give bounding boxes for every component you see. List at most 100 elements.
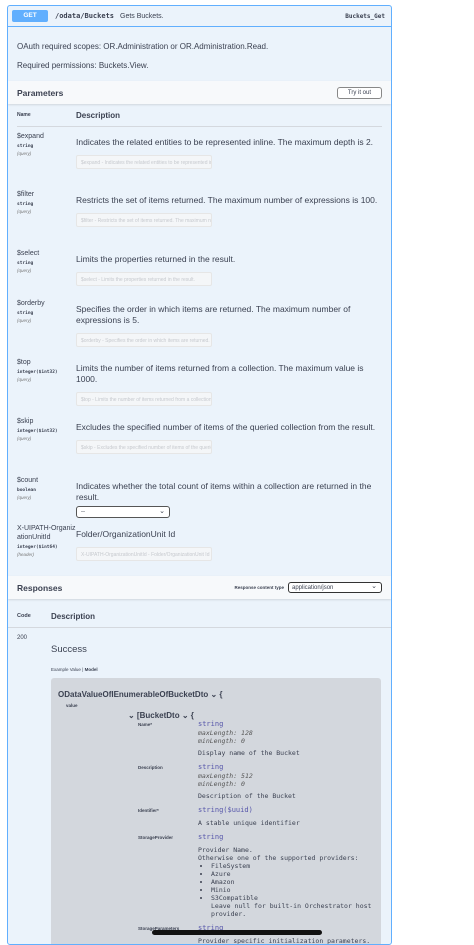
field-name: Description <box>138 765 163 770</box>
inner-model-title: BucketDto <box>139 711 180 720</box>
field-meta: minLength: 0 <box>198 780 245 788</box>
responses-title: Responses <box>17 582 63 593</box>
param-row-filter: $filter string (query) Restricts the set o… <box>17 185 382 244</box>
param-description: Limits the properties returned in the re… <box>76 254 236 264</box>
list-item: S3Compatible <box>211 894 374 902</box>
param-location: (query) <box>17 209 32 214</box>
method-badge: GET <box>12 10 48 22</box>
param-name: X-UIPATH-OrganizationUnitId <box>17 525 76 541</box>
field-description-after: Leave null for built-in Orchestrator hos… <box>211 902 372 918</box>
response-row-200: 200 Success Example Value | Model ODataV… <box>8 628 391 944</box>
content-type-select[interactable]: application/json ⌄ <box>288 582 382 593</box>
param-row-count: $count boolean (query) Indicates whether t… <box>17 471 382 519</box>
param-location: (query) <box>17 318 32 323</box>
field-description: Provider Name. Otherwise one of the supp… <box>198 846 359 862</box>
param-description: Indicates the related entities to be rep… <box>76 137 374 147</box>
param-skip-input[interactable]: $skip - Excludes the specified number of… <box>76 440 212 454</box>
parameters-header: Parameters Try it out <box>8 81 391 104</box>
tab-model[interactable]: Model <box>85 667 98 672</box>
try-it-out-button[interactable]: Try it out <box>336 86 382 99</box>
param-location: (header) <box>17 552 35 557</box>
list-item: Amazon <box>211 878 374 886</box>
field-name: StorageProvider <box>138 835 174 840</box>
operation-path: /odata/Buckets <box>55 12 115 20</box>
responses-header: Responses Response content type applicat… <box>8 576 391 599</box>
field-meta: maxLength: 512 <box>198 772 253 780</box>
param-description: Specifies the order in which items are r… <box>76 304 351 325</box>
field-type: string <box>198 763 224 771</box>
param-row-top: $top integer($int32) (query) Limits the nu… <box>17 353 382 412</box>
param-count-select[interactable]: -- ⌄ <box>76 506 170 518</box>
permissions-text: Required permissions: Buckets.View. <box>17 61 149 70</box>
param-type: integer($int64) <box>17 545 58 550</box>
param-name: $count <box>17 477 39 484</box>
param-name: $filter <box>17 191 35 198</box>
tab-example-value[interactable]: Example Value <box>51 667 81 672</box>
param-org-unit-input[interactable]: X-UIPATH-OrganizationUnitId - Folder/Org… <box>76 547 212 561</box>
param-top-input[interactable]: $top - Limits the number of items return… <box>76 392 212 406</box>
field-type: string($uuid) <box>198 806 253 814</box>
model-field-description: Description string maxLength: 512 minLen… <box>138 763 374 806</box>
param-location: (query) <box>17 495 32 500</box>
col-code-header: Code <box>17 613 31 619</box>
param-name: $top <box>17 359 31 366</box>
chevron-down-icon: ⌄ <box>371 583 377 590</box>
field-name: Identifier* <box>138 808 159 813</box>
list-item: FileSystem <box>211 862 374 870</box>
field-meta: minLength: 0 <box>198 737 245 745</box>
param-type: integer($int32) <box>17 429 58 434</box>
col-response-description-header: Description <box>51 611 96 621</box>
param-description: Folder/OrganizationUnit Id <box>76 529 176 539</box>
model-field-name: Name* string maxLength: 128 minLength: 0… <box>138 720 374 763</box>
provider-list: FileSystem Azure Amazon Minio S3Compatib… <box>198 862 374 902</box>
operation-description: OAuth required scopes: OR.Administration… <box>8 27 391 81</box>
param-type: string <box>17 261 34 266</box>
model-title-row[interactable]: ODataValueOfIEnumerableOfBucketDto ⌄ { <box>58 684 374 702</box>
inner-model-title-row[interactable]: ⌄ [BucketDto ⌄ { <box>128 711 374 720</box>
chevron-down-icon: ⌄ <box>159 508 165 515</box>
param-orderby-input[interactable]: $orderby - Specifies the order in which … <box>76 333 212 347</box>
param-name: $select <box>17 250 40 257</box>
param-description: Indicates whether the total count of ite… <box>76 481 372 502</box>
param-location: (query) <box>17 377 32 382</box>
field-name: Name* <box>138 722 153 727</box>
param-type: string <box>17 202 34 207</box>
param-name: $expand <box>17 133 44 140</box>
operation-summary[interactable]: GET /odata/Buckets Gets Buckets. Buckets… <box>8 6 391 27</box>
parameters-table: Name Description $expand string (query) In… <box>8 104 391 572</box>
field-meta: maxLength: 128 <box>198 729 253 737</box>
tab-separator: | <box>82 667 84 672</box>
response-description: Success <box>51 644 87 655</box>
chevron-down-icon: ⌄ [ <box>128 711 140 720</box>
model-field-storage-provider: StorageProvider string Provider Name. Ot… <box>138 833 374 924</box>
param-name: $orderby <box>17 300 45 307</box>
field-type: string <box>198 720 224 728</box>
chevron-down-icon: ⌄ { <box>208 690 223 699</box>
operation-summary-text: Gets Buckets. <box>120 12 164 20</box>
param-row-skip: $skip integer($int32) (query) Excludes the… <box>17 412 382 471</box>
param-row-orderby: $orderby string (query) Specifies the orde… <box>17 294 382 353</box>
model-field-identifier: Identifier* string($uuid) A stable uniqu… <box>138 806 374 833</box>
param-location: (query) <box>17 268 32 273</box>
param-filter-input[interactable]: $filter - Restricts the set of items ret… <box>76 213 212 227</box>
field-description: A stable unique identifier <box>198 819 300 827</box>
param-location: (query) <box>17 436 32 441</box>
param-description: Restricts the set of items returned. The… <box>76 195 378 205</box>
parameters-table-header: Name Description <box>17 104 382 127</box>
param-type: string <box>17 311 34 316</box>
field-type: string <box>198 833 224 841</box>
model-value-label: value <box>66 703 78 708</box>
param-row-select: $select string (query) Limits the properti… <box>17 244 382 294</box>
param-location: (query) <box>17 151 32 156</box>
home-indicator[interactable] <box>152 930 322 935</box>
responses-table-header: Code Description <box>8 605 391 628</box>
operation-block: GET /odata/Buckets Gets Buckets. Buckets… <box>7 5 392 945</box>
param-expand-input[interactable]: $expand - Indicates the related entities… <box>76 155 212 169</box>
param-select-input[interactable]: $select - Limits the properties returned… <box>76 272 212 286</box>
param-name: $skip <box>17 418 34 425</box>
param-type: integer($int32) <box>17 370 58 375</box>
parameters-title: Parameters <box>17 87 64 98</box>
param-row-org-unit: X-UIPATH-OrganizationUnitId integer($int6… <box>17 519 382 572</box>
param-type: string <box>17 144 34 149</box>
col-name-header: Name <box>17 112 31 118</box>
